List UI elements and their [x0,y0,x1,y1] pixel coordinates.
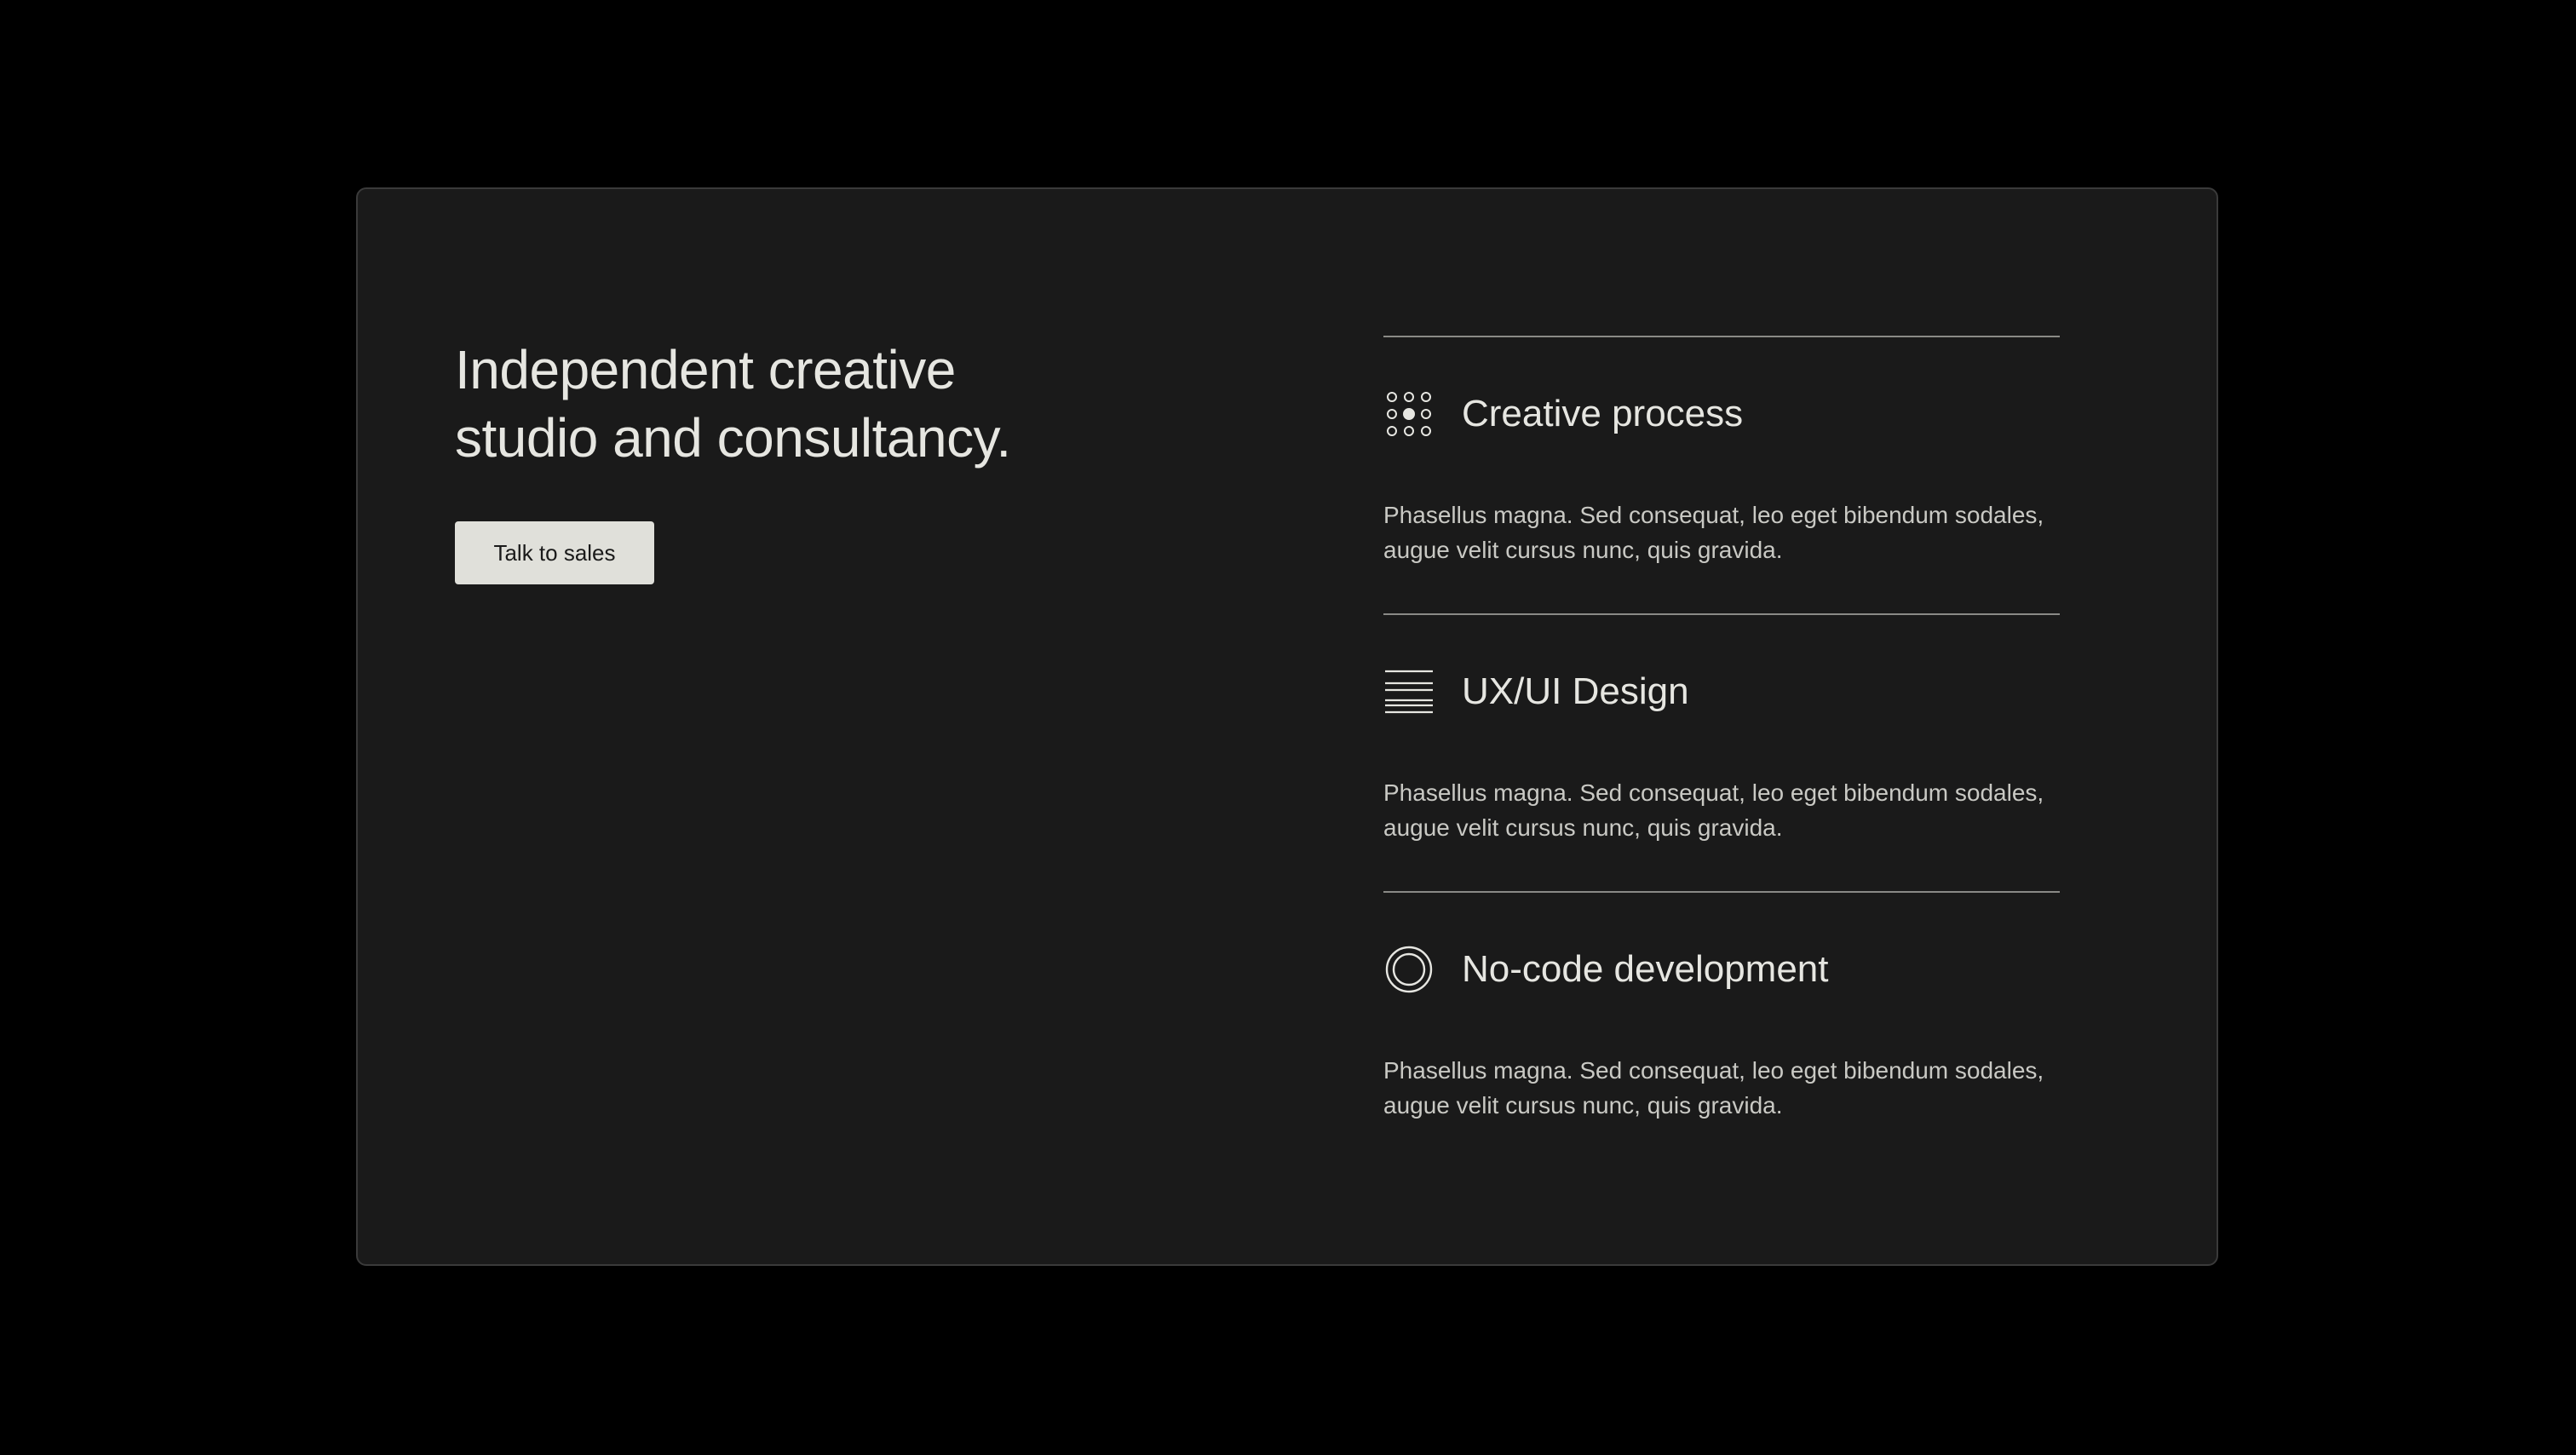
features-list: Creative process Phasellus magna. Sed co… [1383,336,2060,1169]
talk-to-sales-button[interactable]: Talk to sales [455,521,654,584]
concentric-circles-icon [1383,944,1435,995]
feature-description-line-1: Phasellus magna. Sed consequat, leo eget… [1383,502,2044,528]
feature-description: Phasellus magna. Sed consequat, leo eget… [1383,497,2065,567]
feature-header: No-code development [1383,944,1828,995]
feature-description-line-2: augue velit cursus nunc, quis gravida. [1383,1092,1783,1119]
feature-header: UX/UI Design [1383,666,1689,717]
feature-header: Creative process [1383,388,1743,440]
feature-title: UX/UI Design [1462,670,1689,712]
hero-headline: Independent creative studio and consulta… [455,336,1222,472]
feature-title: Creative process [1462,393,1744,434]
feature-description-line-1: Phasellus magna. Sed consequat, leo eget… [1383,779,2044,806]
feature-description: Phasellus magna. Sed consequat, leo eget… [1383,1053,2065,1123]
hero-headline-line-2: studio and consultancy. [455,407,1011,469]
feature-ux-ui-design: UX/UI Design Phasellus magna. Sed conseq… [1383,613,2060,891]
feature-no-code-development: No-code development Phasellus magna. Sed… [1383,891,2060,1169]
feature-description-line-2: augue velit cursus nunc, quis gravida. [1383,537,1783,563]
hero-headline-line-1: Independent creative [455,339,956,400]
feature-creative-process: Creative process Phasellus magna. Sed co… [1383,336,2060,613]
feature-description-line-1: Phasellus magna. Sed consequat, leo eget… [1383,1057,2044,1084]
feature-description: Phasellus magna. Sed consequat, leo eget… [1383,775,2065,845]
dot-grid-icon [1383,388,1435,440]
hero-card: Independent creative studio and consulta… [356,187,2218,1266]
feature-description-line-2: augue velit cursus nunc, quis gravida. [1383,814,1783,841]
feature-title: No-code development [1462,948,1829,990]
horizontal-lines-icon [1383,666,1435,717]
